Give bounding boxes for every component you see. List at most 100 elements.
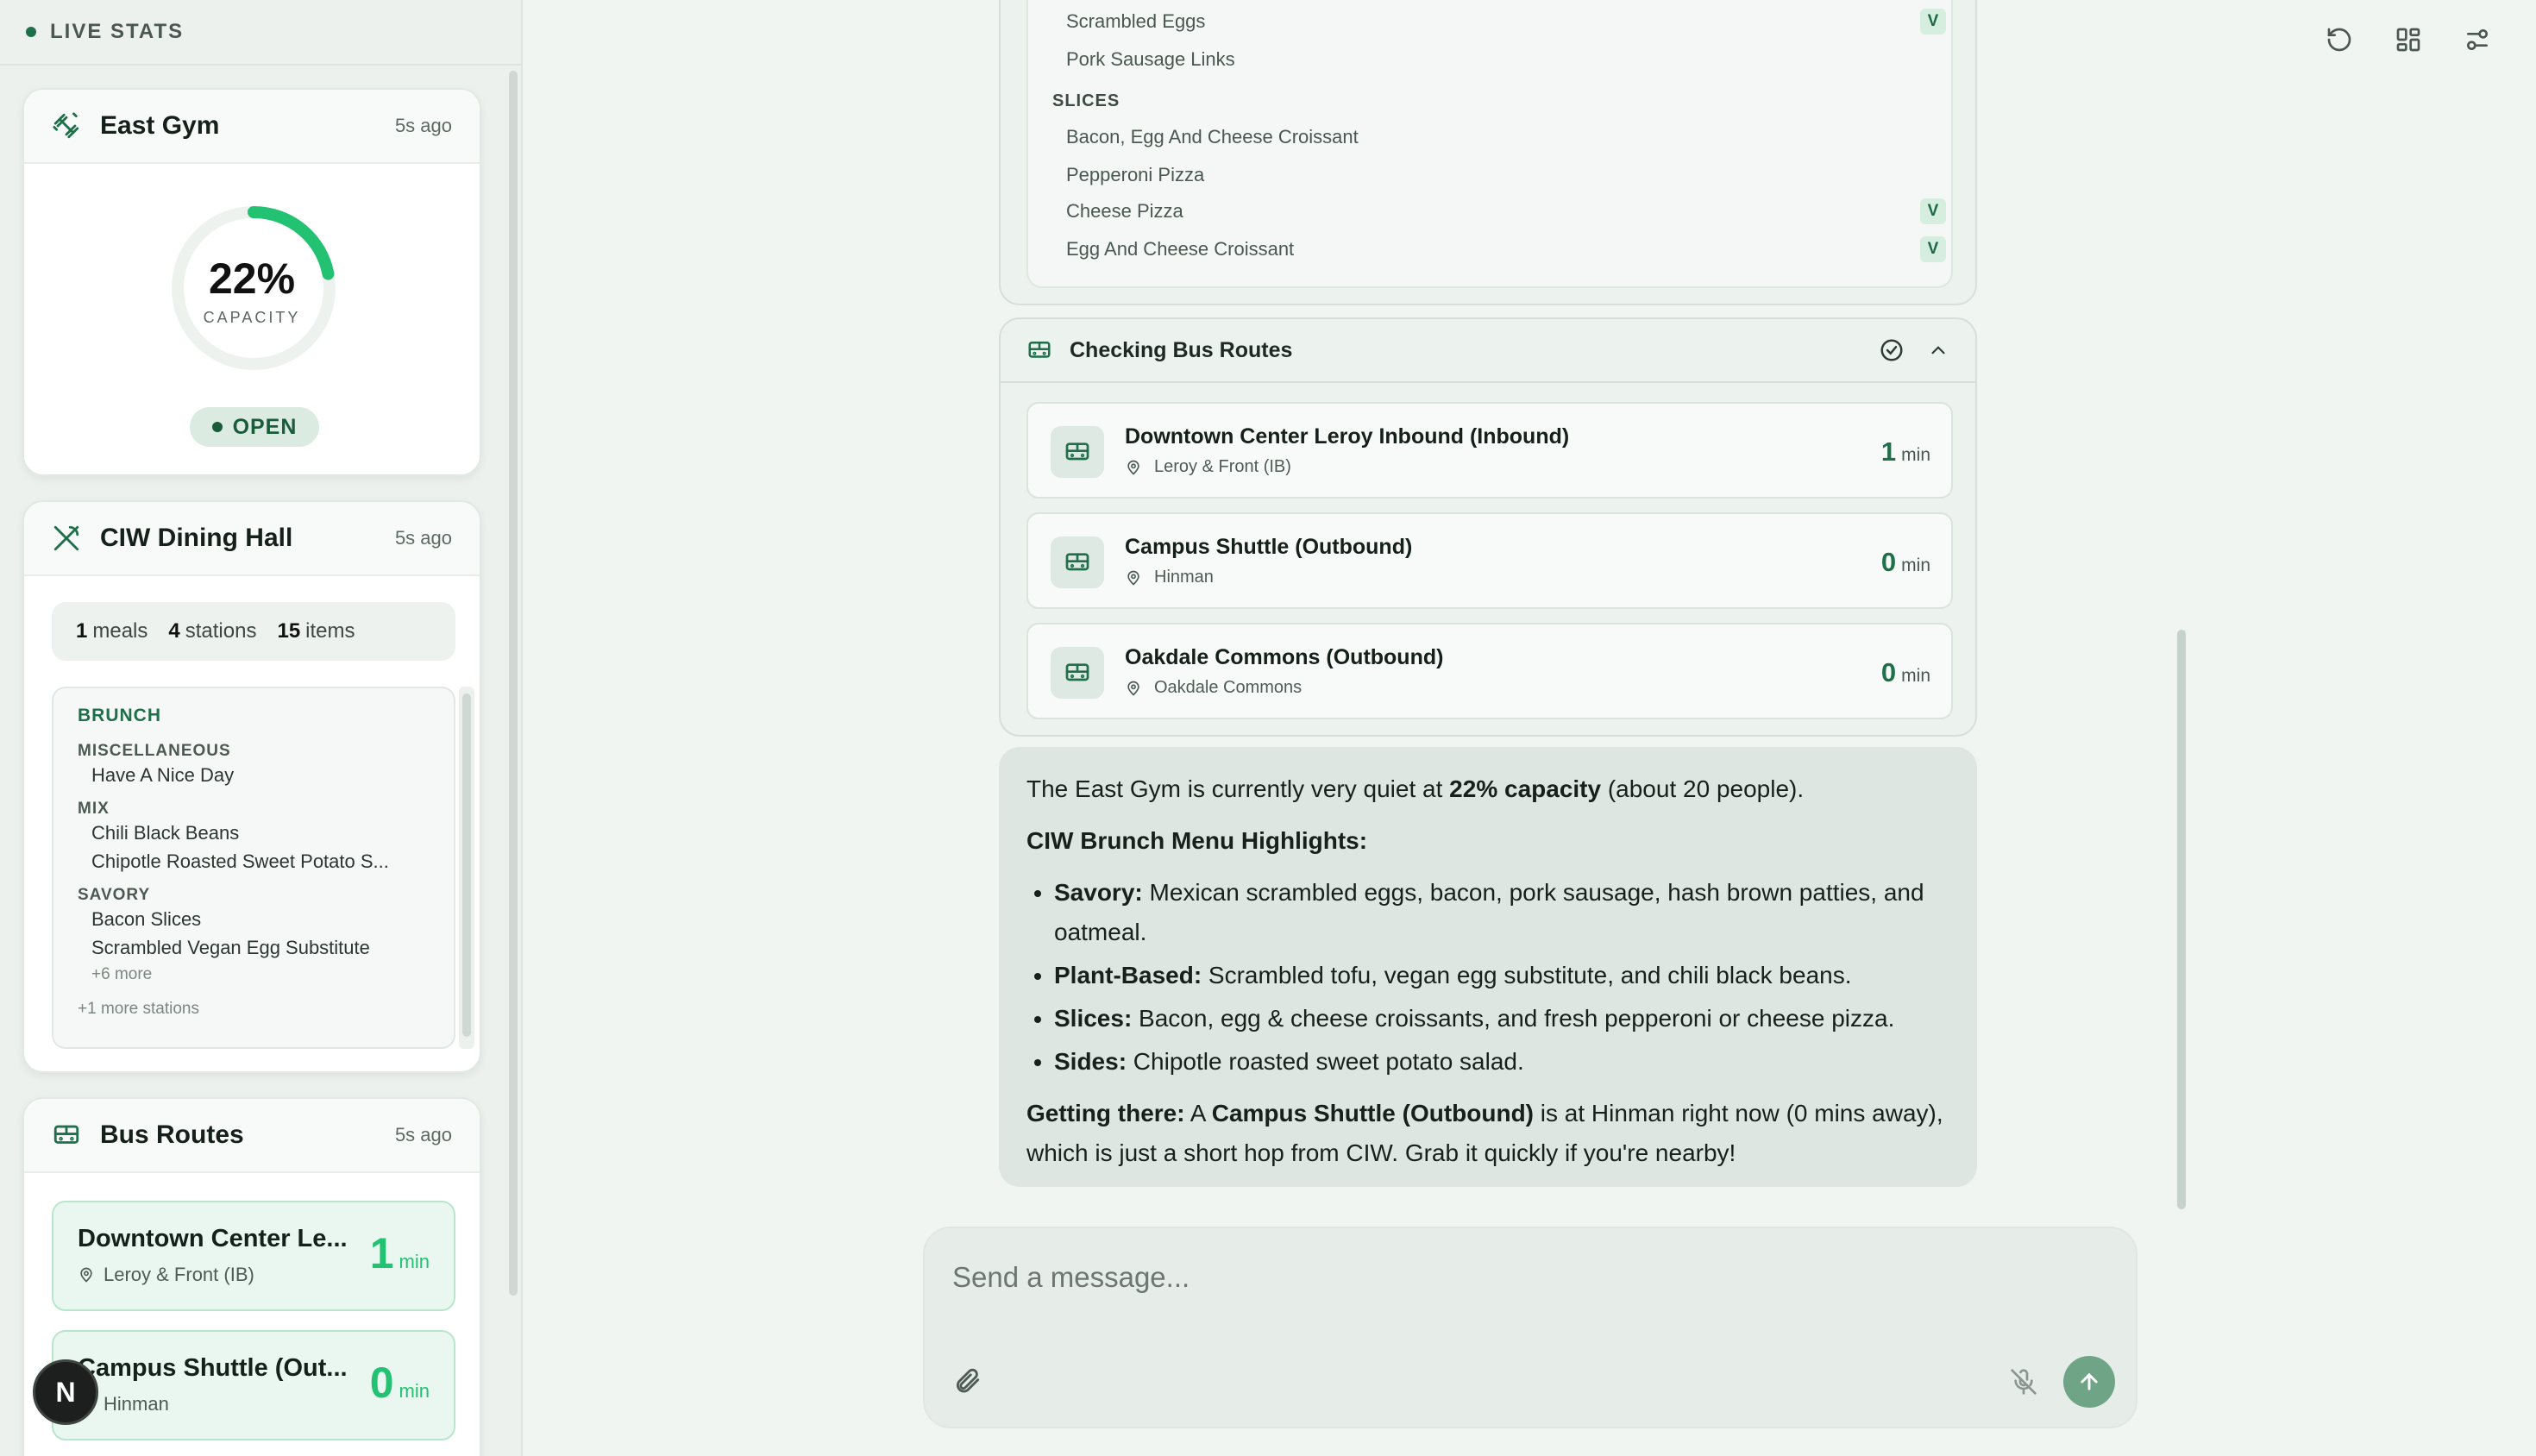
meals-count: 1 [76,619,88,643]
menu-tool-content: Scrambled Eggs V Pork Sausage Links SLIC… [1026,0,1953,288]
menu-item: Bacon, Egg And Cheese Croissant [1066,126,1359,147]
dining-card-header: CIW Dining Hall 5s ago [24,502,480,576]
sliders-icon[interactable] [2460,22,2495,57]
send-button[interactable] [2063,1356,2115,1408]
stations-label: stations [185,619,257,643]
route-minutes: 0 [1880,547,1897,577]
items-count: 15 [277,619,301,643]
bus-route-mini[interactable]: Downtown Center Le... Leroy & Front (IB)… [52,1201,455,1311]
route-name: Downtown Center Le... [78,1225,348,1252]
gym-card[interactable]: East Gym 5s ago 22% CAPACITY OPEN [22,88,481,476]
gym-card-header: East Gym 5s ago [24,90,480,164]
station-name: SAVORY [78,886,151,904]
bullet-text: Bacon, egg & cheese croissants, and fres… [1132,1005,1895,1032]
answer-bullet: Sides: Chipotle roasted sweet potato sal… [1054,1042,1949,1082]
gym-updated-ago: 5s ago [394,115,452,136]
bus-route-row[interactable]: Downtown Center Leroy Inbound (Inbound) … [1026,402,1953,499]
menu-item: Egg And Cheese Croissant [1066,238,1295,260]
capacity-label: CAPACITY [203,309,301,326]
dining-stats-bar: 1 meals 4 stations 15 items [52,602,455,661]
arrow-up-icon [2077,1370,2101,1394]
answer-text: (about 20 people). [1601,775,1805,802]
route-stop-name: Oakdale Commons [1154,678,1303,697]
menu-tool-panel: Scrambled Eggs V Pork Sausage Links SLIC… [999,0,1977,305]
meals-label: meals [92,619,148,643]
answer-getting-there: Getting there: A Campus Shuttle (Outboun… [1026,1094,1949,1173]
dining-card[interactable]: CIW Dining Hall 5s ago 1 meals 4 stations … [22,500,481,1073]
bullet-text: Mexican scrambled eggs, bacon, pork saus… [1054,879,1924,945]
layout-grid-icon[interactable] [2391,22,2426,57]
menu-item: Scrambled Eggs [1066,10,1206,32]
menu-item: Bacon Slices [91,908,202,930]
map-pin-icon [78,1266,104,1283]
answer-intro: The East Gym is currently very quiet at … [1026,769,1949,809]
menu-scrollbar[interactable] [462,693,471,1037]
sidebar-scrollbar[interactable] [509,71,518,1296]
answer-text: A [1184,1100,1212,1127]
vegetarian-badge: V [1920,198,1946,224]
route-minutes: 0 [369,1359,394,1407]
mic-off-icon[interactable] [2010,1368,2037,1396]
chat-scrollbar[interactable] [2177,630,2186,1209]
menu-item: Pork Sausage Links [1066,48,1235,70]
more-items-link[interactable]: +6 more [78,962,430,988]
assistant-message: The East Gym is currently very quiet at … [999,747,1977,1187]
route-name: Downtown Center Leroy Inbound (Inbound) [1125,424,1570,449]
dining-menu-list[interactable]: BRUNCH MISCELLANEOUS Have A Nice Day MIX… [52,687,455,1049]
bus-icon [1026,337,1052,363]
sidebar-title: LIVE STATS [50,20,185,43]
route-minutes-unit: min [399,1251,430,1272]
status-dot [211,422,223,432]
station-label: SLICES [1052,91,1120,110]
station-name: MISCELLANEOUS [78,742,231,760]
paperclip-icon[interactable] [952,1366,982,1396]
station-name: MIX [78,800,110,818]
dumbbell-icon [52,111,81,141]
gym-status-badge: OPEN [190,407,319,447]
items-label: items [305,619,355,643]
route-stop-name: Hinman [1154,568,1214,587]
message-input[interactable]: Send a message... [952,1261,1190,1294]
bullet-text: Chipotle roasted sweet potato salad. [1127,1048,1524,1075]
bullet-label: Sides: [1054,1048,1127,1075]
bus-icon [1051,426,1104,478]
route-name: Campus Shuttle (Outbound) [1125,535,1413,559]
answer-bold: Getting there: [1026,1100,1185,1127]
vegetarian-badge: V [1920,9,1946,35]
route-stop-name: Leroy & Front (IB) [104,1264,254,1285]
bus-route-mini[interactable]: Campus Shuttle (Out... Hinman 0 min [52,1330,455,1440]
bus-icon [1051,647,1104,699]
user-avatar[interactable]: N [33,1359,98,1425]
map-pin-icon [1125,569,1154,587]
menu-item: Chipotle Roasted Sweet Potato S... [91,850,389,872]
bus-route-row[interactable]: Oakdale Commons (Outbound) Oakdale Commo… [1026,623,1953,719]
bus-route-row[interactable]: Campus Shuttle (Outbound) Hinman 0 min [1026,512,1953,609]
answer-bullet: Plant-Based: Scrambled tofu, vegan egg s… [1054,956,1949,995]
bus-card-title: Bus Routes [100,1120,244,1149]
route-stop: Leroy & Front (IB) [1125,457,1291,477]
stations-count: 4 [168,619,180,643]
route-name: Oakdale Commons (Outbound) [1125,645,1444,669]
menu-item: Have A Nice Day [91,764,235,786]
route-stop-name: Hinman [104,1393,169,1415]
chevron-up-icon[interactable] [1927,339,1949,361]
more-stations-link[interactable]: +1 more stations [78,996,430,1022]
route-stop-name: Leroy & Front (IB) [1154,457,1291,476]
message-composer[interactable]: Send a message... [923,1227,2137,1428]
refresh-icon[interactable] [2322,22,2357,57]
menu-item: Chili Black Beans [91,822,240,844]
answer-bold: Campus Shuttle (Outbound) [1211,1100,1535,1127]
dining-updated-ago: 5s ago [394,527,452,549]
answer-heading: CIW Brunch Menu Highlights: [1026,821,1949,861]
sidebar-header: LIVE STATS [0,0,521,66]
bus-tool-header[interactable]: Checking Bus Routes [1001,319,1975,383]
gym-status-text: OPEN [232,414,298,439]
route-minutes: 0 [1880,657,1897,687]
bullet-label: Savory: [1054,879,1143,906]
route-minutes-unit: min [1901,555,1930,575]
route-minutes: 1 [369,1229,394,1277]
menu-item: Pepperoni Pizza [1066,164,1205,185]
answer-bullet-list: Savory: Mexican scrambled eggs, bacon, p… [1026,873,1949,1082]
bus-updated-ago: 5s ago [394,1124,452,1145]
map-pin-icon [1125,680,1154,697]
